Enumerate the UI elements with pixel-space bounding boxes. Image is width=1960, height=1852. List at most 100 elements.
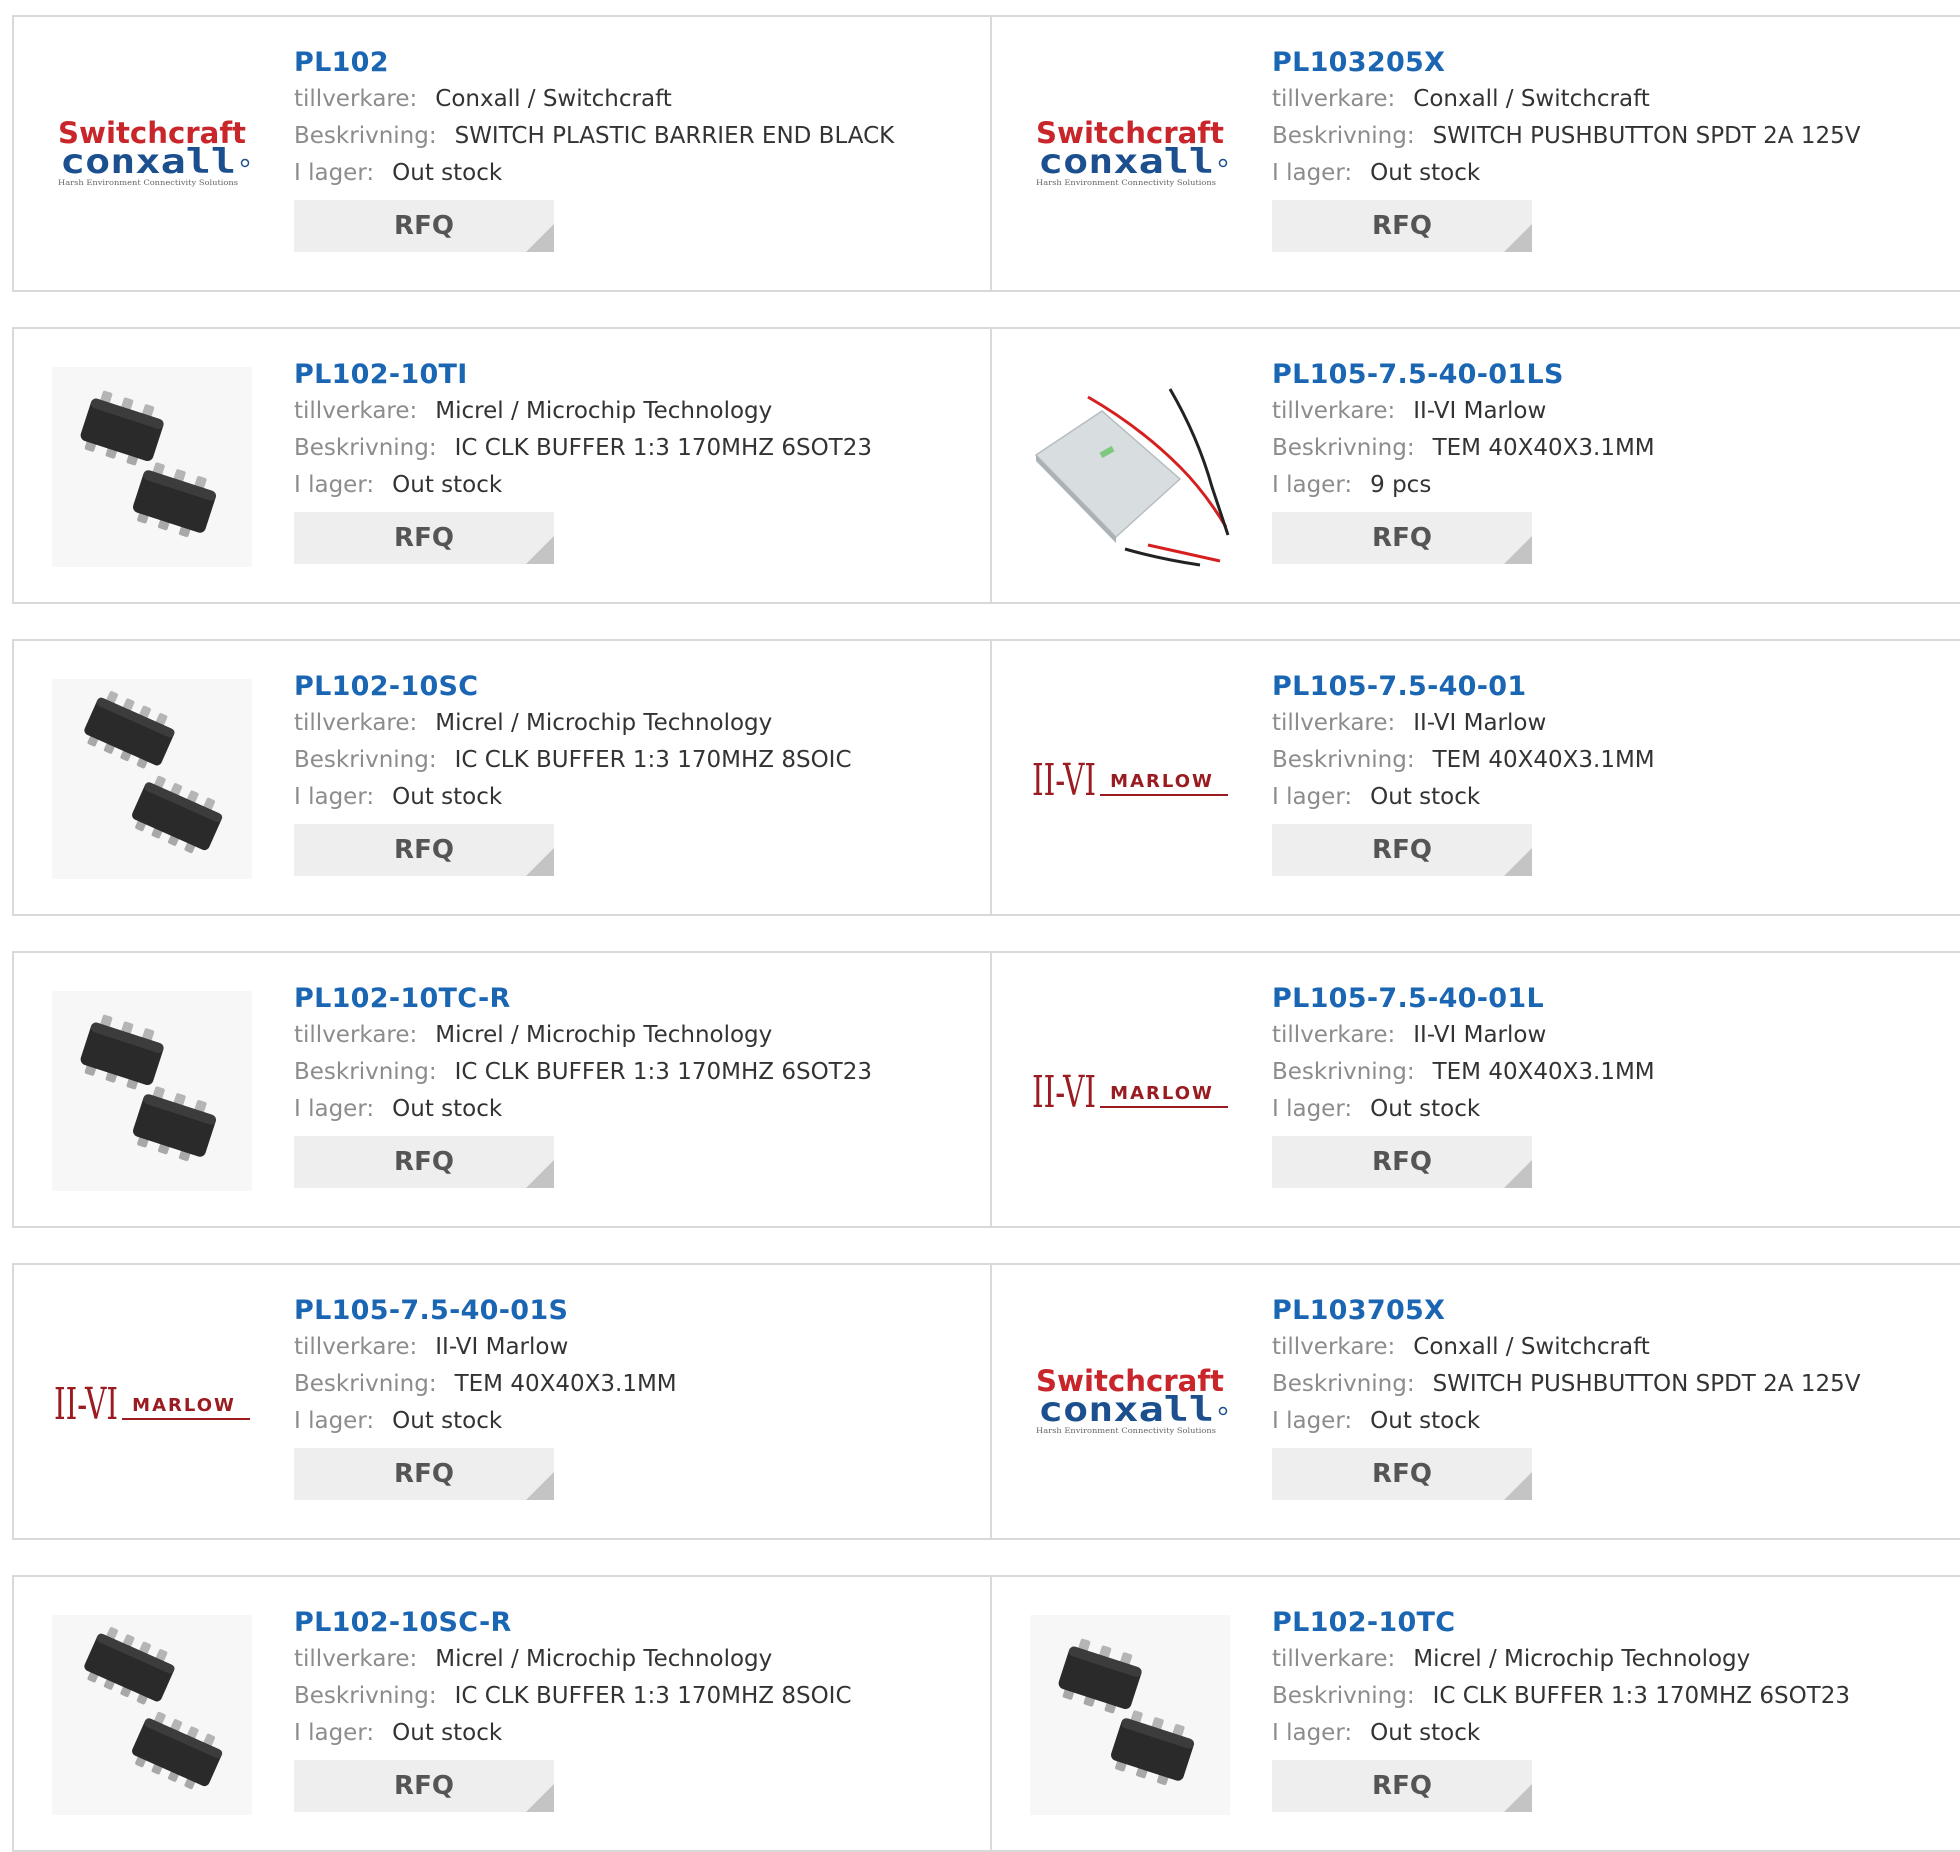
rfq-button[interactable]: RFQ <box>294 512 554 564</box>
description-row: Beskrivning: IC CLK BUFFER 1:3 170MHZ 6SO… <box>294 430 872 467</box>
description-label: Beskrivning: <box>294 435 437 461</box>
description-value: IC CLK BUFFER 1:3 170MHZ 8SOIC <box>454 747 852 773</box>
manufacturer-row: tillverkare: Micrel / Microchip Technolog… <box>294 1017 872 1054</box>
product-title-link[interactable]: PL105-7.5-40-01LS <box>1272 357 1655 393</box>
manufacturer-row: tillverkare: II-VI Marlow <box>1272 705 1655 742</box>
product-title-link[interactable]: PL102 <box>294 45 894 81</box>
product-title-link[interactable]: PL102-10TI <box>294 357 872 393</box>
rfq-button-label: RFQ <box>1372 835 1432 865</box>
rfq-button[interactable]: RFQ <box>1272 200 1532 252</box>
rfq-button[interactable]: RFQ <box>1272 824 1532 876</box>
sot23-chip-image[interactable] <box>1030 1615 1230 1815</box>
rfq-corner-decoration <box>526 1160 554 1188</box>
rfq-button[interactable]: RFQ <box>1272 1448 1532 1500</box>
stock-value: Out stock <box>392 1096 503 1122</box>
stock-row: I lager: 9 pcs <box>1272 467 1655 504</box>
product-info: PL102-10TC-R tillverkare: Micrel / Microc… <box>294 981 872 1188</box>
ii-vi-marlow-logo-image[interactable]: II-VI MARLOW <box>1030 991 1230 1191</box>
sot23-chip-image[interactable] <box>52 991 252 1191</box>
rfq-corner-decoration <box>526 1472 554 1500</box>
manufacturer-label: tillverkare: <box>294 398 418 424</box>
product-title-link[interactable]: PL102-10TC-R <box>294 981 872 1017</box>
stock-value: Out stock <box>1370 1408 1481 1434</box>
sot23-chip-image[interactable] <box>52 367 252 567</box>
product-title-link[interactable]: PL105-7.5-40-01 <box>1272 669 1655 705</box>
switchcraft-conxall-logo-image[interactable]: Switchcraft conxall Harsh Environment Conn… <box>1030 55 1230 255</box>
rfq-corner-decoration <box>1504 1784 1532 1812</box>
product-title-link[interactable]: PL105-7.5-40-01L <box>1272 981 1655 1017</box>
product-title-link[interactable]: PL102-10TC <box>1272 1605 1850 1641</box>
manufacturer-row: tillverkare: Conxall / Switchcraft <box>1272 81 1860 118</box>
rfq-button[interactable]: RFQ <box>1272 512 1532 564</box>
stock-label: I lager: <box>1272 1720 1353 1746</box>
stock-label: I lager: <box>294 1096 375 1122</box>
description-value: IC CLK BUFFER 1:3 170MHZ 6SOT23 <box>454 1059 872 1085</box>
stock-value: Out stock <box>392 784 503 810</box>
manufacturer-value: II-VI Marlow <box>435 1334 569 1360</box>
stock-value: Out stock <box>392 160 503 186</box>
rfq-button[interactable]: RFQ <box>294 824 554 876</box>
product-title-link[interactable]: PL102-10SC <box>294 669 852 705</box>
rfq-button[interactable]: RFQ <box>294 200 554 252</box>
description-value: TEM 40X40X3.1MM <box>1432 1059 1655 1085</box>
description-row: Beskrivning: IC CLK BUFFER 1:3 170MHZ 6SO… <box>294 1054 872 1091</box>
stock-value: Out stock <box>1370 1096 1481 1122</box>
manufacturer-label: tillverkare: <box>294 1022 418 1048</box>
logo-text-tagline: Harsh Environment Connectivity Solutions <box>1036 1427 1216 1435</box>
rfq-corner-decoration <box>526 1784 554 1812</box>
stock-row: I lager: Out stock <box>1272 1091 1655 1128</box>
stock-value: 9 pcs <box>1370 472 1432 498</box>
soic8-chip-image[interactable] <box>52 1615 252 1815</box>
product-title-link[interactable]: PL105-7.5-40-01S <box>294 1293 677 1329</box>
thermoelectric-module-image[interactable] <box>1030 367 1230 567</box>
description-row: Beskrivning: SWITCH PUSHBUTTON SPDT 2A 12… <box>1272 118 1860 155</box>
description-label: Beskrivning: <box>294 1683 437 1709</box>
description-label: Beskrivning: <box>1272 435 1415 461</box>
description-row: Beskrivning: TEM 40X40X3.1MM <box>294 1366 677 1403</box>
description-row: Beskrivning: IC CLK BUFFER 1:3 170MHZ 8SO… <box>294 1678 852 1715</box>
product-card-pl103705x: Switchcraft conxall Harsh Environment Conn… <box>991 1263 1960 1540</box>
rfq-button[interactable]: RFQ <box>294 1760 554 1812</box>
description-label: Beskrivning: <box>294 123 437 149</box>
product-grid: Switchcraft conxall Harsh Environment Conn… <box>0 0 1960 1852</box>
stock-value: Out stock <box>1370 784 1481 810</box>
stock-row: I lager: Out stock <box>294 155 894 192</box>
description-value: IC CLK BUFFER 1:3 170MHZ 6SOT23 <box>1432 1683 1850 1709</box>
stock-label: I lager: <box>294 160 375 186</box>
product-card-pl103205x: Switchcraft conxall Harsh Environment Conn… <box>991 15 1960 292</box>
product-title-link[interactable]: PL103705X <box>1272 1293 1860 1329</box>
description-label: Beskrivning: <box>1272 1371 1415 1397</box>
rfq-corner-decoration <box>526 536 554 564</box>
rfq-corner-decoration <box>526 848 554 876</box>
manufacturer-label: tillverkare: <box>294 1646 418 1672</box>
rfq-button-label: RFQ <box>394 1147 454 1177</box>
stock-row: I lager: Out stock <box>1272 1403 1860 1440</box>
rfq-button[interactable]: RFQ <box>1272 1136 1532 1188</box>
logo-text-bottom: conxall <box>1038 1390 1214 1430</box>
rfq-button[interactable]: RFQ <box>294 1448 554 1500</box>
manufacturer-value: Micrel / Microchip Technology <box>435 710 773 736</box>
manufacturer-label: tillverkare: <box>1272 86 1396 112</box>
stock-label: I lager: <box>294 1720 375 1746</box>
description-row: Beskrivning: SWITCH PLASTIC BARRIER END B… <box>294 118 894 155</box>
ii-vi-marlow-logo-image[interactable]: II-VI MARLOW <box>1030 679 1230 879</box>
ii-vi-marlow-logo-image[interactable]: II-VI MARLOW <box>52 1303 252 1503</box>
manufacturer-row: tillverkare: Conxall / Switchcraft <box>294 81 894 118</box>
logo-text-word: MARLOW <box>1110 771 1214 792</box>
product-info: PL102-10TC tillverkare: Micrel / Microchi… <box>1272 1605 1850 1812</box>
rfq-button[interactable]: RFQ <box>294 1136 554 1188</box>
manufacturer-label: tillverkare: <box>294 86 418 112</box>
rfq-corner-decoration <box>1504 536 1532 564</box>
switchcraft-conxall-logo-image[interactable]: Switchcraft conxall Harsh Environment Conn… <box>52 55 252 255</box>
product-title-link[interactable]: PL103205X <box>1272 45 1860 81</box>
manufacturer-row: tillverkare: Micrel / Microchip Technolog… <box>294 393 872 430</box>
manufacturer-row: tillverkare: Micrel / Microchip Technolog… <box>1272 1641 1850 1678</box>
switchcraft-conxall-logo-image[interactable]: Switchcraft conxall Harsh Environment Conn… <box>1030 1303 1230 1503</box>
soic8-chip-image[interactable] <box>52 679 252 879</box>
manufacturer-value: II-VI Marlow <box>1413 1022 1547 1048</box>
product-title-link[interactable]: PL102-10SC-R <box>294 1605 852 1641</box>
logo-text-bottom: conxall <box>1038 142 1214 182</box>
rfq-button[interactable]: RFQ <box>1272 1760 1532 1812</box>
description-value: IC CLK BUFFER 1:3 170MHZ 6SOT23 <box>454 435 872 461</box>
product-info: PL105-7.5-40-01 tillverkare: II-VI Marlow… <box>1272 669 1655 876</box>
